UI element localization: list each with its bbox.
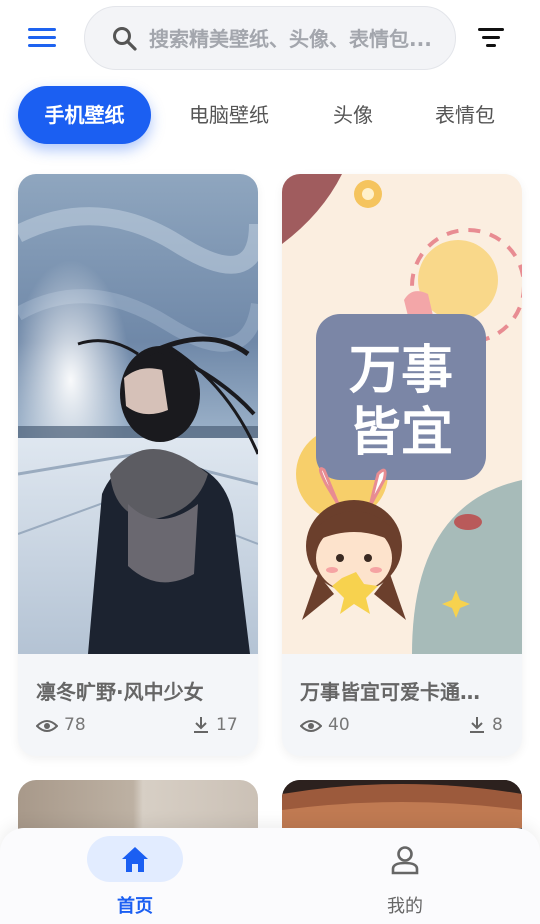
nav-profile[interactable]: 我的	[305, 828, 505, 924]
nav-profile-label: 我的	[387, 896, 423, 917]
wallpaper-thumbnail: 万事 皆宜	[282, 174, 522, 654]
wallpaper-card[interactable]: 万事 皆宜 万事皆宜可爱卡通… 40 8	[282, 174, 522, 756]
tab-stickers[interactable]: 表情包	[420, 86, 510, 144]
tab-desktop-wallpaper[interactable]: 电脑壁纸	[170, 86, 288, 144]
download-icon	[194, 717, 208, 733]
eye-icon	[35, 720, 59, 732]
home-icon	[122, 847, 148, 872]
art-text-line-2: 皆宜	[349, 403, 453, 463]
nav-home[interactable]: 首页	[35, 828, 235, 924]
search-bar[interactable]	[84, 6, 456, 70]
search-input[interactable]	[149, 17, 445, 61]
download-count-value: 8	[492, 715, 503, 735]
menu-icon[interactable]	[24, 20, 60, 56]
download-count: 17	[192, 714, 238, 736]
bottom-navigation: 首页 我的	[0, 828, 540, 924]
tab-avatar[interactable]: 头像	[314, 86, 392, 144]
view-count: 78	[35, 714, 86, 736]
view-count-value: 78	[64, 715, 86, 735]
download-count-value: 17	[216, 715, 238, 735]
tab-mobile-wallpaper[interactable]: 手机壁纸	[18, 86, 151, 144]
art-text-line-1: 万事	[349, 341, 453, 401]
top-bar	[0, 0, 540, 76]
view-count: 40	[299, 714, 350, 736]
download-icon	[470, 717, 484, 733]
nav-home-label: 首页	[117, 896, 153, 917]
wallpaper-thumbnail	[18, 174, 258, 654]
search-icon	[113, 27, 137, 51]
user-icon	[391, 846, 419, 875]
download-count: 8	[468, 714, 503, 736]
view-count-value: 40	[328, 715, 350, 735]
card-title: 万事皆宜可爱卡通…	[300, 680, 480, 704]
category-tabs: 手机壁纸 电脑壁纸 头像 表情包	[0, 86, 540, 146]
wallpaper-card[interactable]: 凛冬旷野·风中少女 78 17	[18, 174, 258, 756]
eye-icon	[299, 720, 323, 732]
filter-icon[interactable]	[474, 22, 510, 54]
card-title: 凛冬旷野·风中少女	[36, 680, 204, 704]
